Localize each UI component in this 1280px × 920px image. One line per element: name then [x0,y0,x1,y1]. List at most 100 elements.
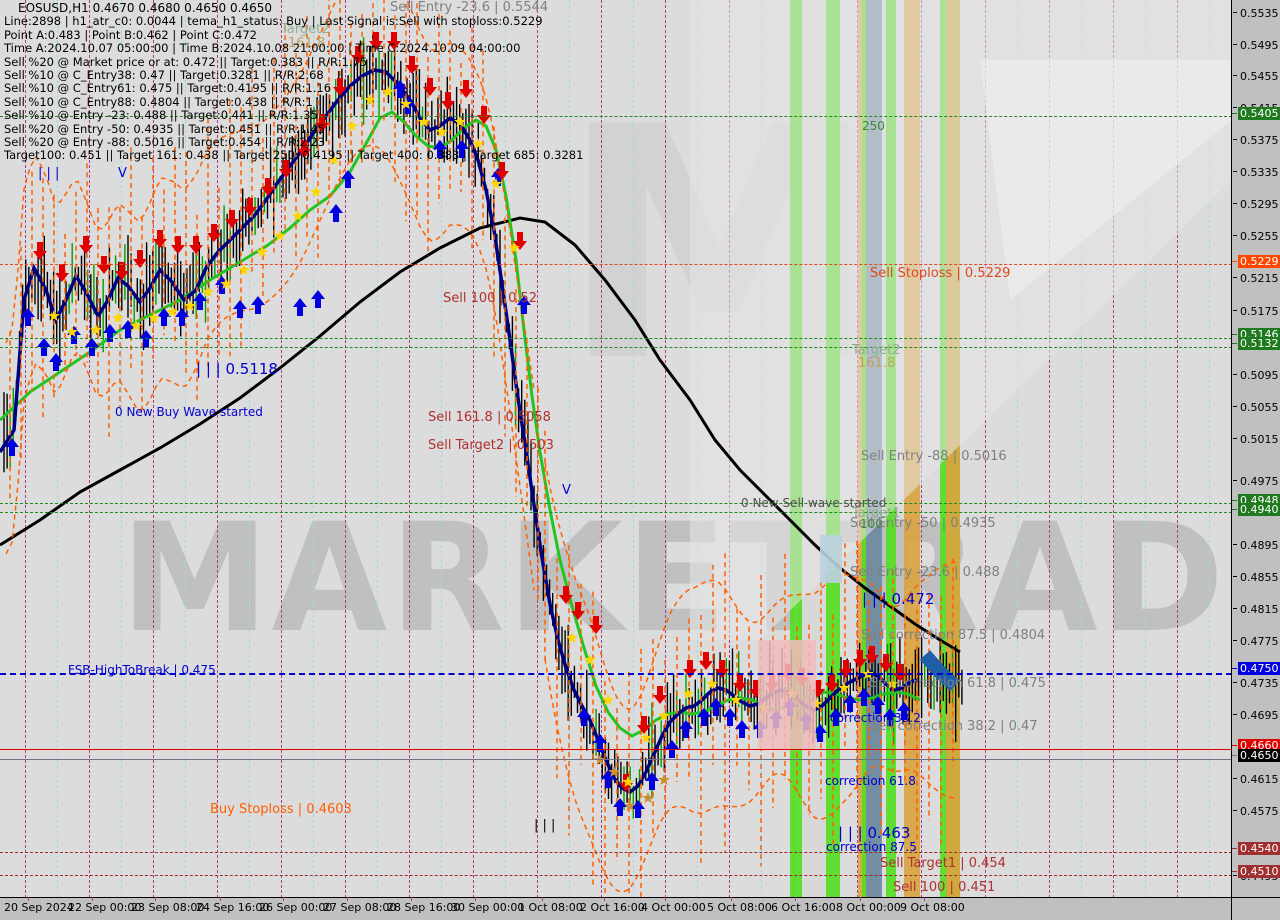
annotation-sell-stoploss: Sell Stoploss | 0.5229 [870,266,1011,281]
price-highlight-label[interactable]: 0.4510 [1238,865,1280,878]
tick-dash [1233,44,1237,45]
info-line: Point A:0.483 | Point B:0.462 | Point C:… [4,27,257,42]
price-highlight-marker [1232,509,1237,510]
signal-star-icon [112,311,124,323]
red-dash-5229 [0,264,1232,265]
price-highlight-label[interactable]: 0.5405 [1238,107,1280,120]
price-highlight-marker [1232,755,1237,756]
buy-arrow-icon [645,772,659,790]
sell-arrow-icon [865,646,879,664]
price-tick: 0.5095 [1232,369,1280,382]
buy-arrow-icon [139,330,153,348]
signal-star-icon [658,773,670,785]
time-tick-mark [92,897,93,901]
price-tick-label: 0.4855 [1240,571,1279,584]
annotation-sell-target1: Sell Target1 | 0.454 [880,856,1006,871]
price-tick-label: 0.4815 [1240,603,1279,616]
price-tick-label: 0.4895 [1240,539,1279,552]
tick-dash [1233,608,1237,609]
tick-dash [1233,107,1237,108]
time-tick-mark [860,897,861,901]
price-highlight-label[interactable]: 0.4940 [1238,503,1280,516]
info-line: Sell %20 @ Market price or at: 0.472 || … [4,54,368,69]
annotation-buy-stoploss: Buy Stoploss | 0.4603 [210,802,352,817]
tick-dash [1233,438,1237,439]
time-tick-mark [220,897,221,901]
chart-plot-area[interactable]: MARKETTRADEM [0,0,1232,898]
buy-arrow-icon [311,290,325,308]
info-line: Sell %10 @ Entry -23: 0.488 || Target:0.… [4,108,318,123]
price-tick: 0.5455 [1232,70,1280,83]
time-tick-label: 26 Sep 00:00 [259,901,333,914]
time-tick-label: 6 Oct 16:00 [771,901,836,914]
price-highlight-label[interactable]: 0.5229 [1238,255,1280,268]
price-tick: 0.4575 [1232,805,1280,818]
tick-dash [1233,75,1237,76]
price-highlight-marker [1232,334,1237,335]
time-axis[interactable]: 20 Sep 2024 22 Sep 00:00 23 Sep 08:00 24 Se… [0,897,1232,920]
time-tick-mark [665,897,666,901]
tick-dash [1233,277,1237,278]
price-highlight-marker [1232,745,1237,746]
green-dash-5132 [0,347,1232,348]
annotation-level-250: 250 [862,119,885,133]
price-tick: 0.5495 [1232,39,1280,52]
price-tick-label: 0.5455 [1240,70,1279,83]
annotation-sell-1618: Sell 161.8 | 0.5058 [428,410,551,425]
price-tick: 0.4815 [1232,603,1280,616]
annotation-sell-entry-50: Sell Entry -50 | 0.4935 [850,516,996,531]
time-tick-mark [411,897,412,901]
price-highlight-label[interactable]: 0.4540 [1238,842,1280,855]
time-tick-label: 4 Oct 00:00 [641,901,706,914]
price-tick: 0.5535 [1232,7,1280,20]
price-highlight-label[interactable]: 0.4650 [1238,749,1280,762]
buy-arrow-icon [49,353,63,371]
price-axis[interactable]: 0.55350.54950.54550.54150.53750.53350.52… [1231,0,1280,898]
price-tick: 0.5335 [1232,166,1280,179]
time-tick-mark [347,897,348,901]
price-highlight-marker [1232,261,1237,262]
price-highlight-label[interactable]: 0.5132 [1238,337,1280,350]
time-tick-label: 8 Oct 00:00 [836,901,901,914]
darkred-dash-4510 [0,875,1232,876]
price-tick: 0.4895 [1232,539,1280,552]
price-tick-label: 0.5215 [1240,272,1279,285]
price-highlight-marker [1232,343,1237,344]
sell-arrow-icon [853,650,867,668]
tick-dash [1233,810,1237,811]
price-tick-label: 0.5055 [1240,401,1279,414]
price-tick-label: 0.5335 [1240,166,1279,179]
price-tick-label: 0.5535 [1240,7,1279,20]
time-tick-mark [28,897,29,901]
tick-dash [1233,171,1237,172]
green-dash-4948 [0,503,1232,504]
tick-dash [1233,12,1237,13]
time-tick-label: 5 Oct 08:00 [707,901,772,914]
signal-star-icon [640,731,652,743]
price-highlight-marker [1232,500,1237,501]
price-highlight-label[interactable]: 0.4750 [1238,662,1280,675]
annotation-price-0472: | | | 0.472 [862,590,935,608]
price-tick-label: 0.4575 [1240,805,1279,818]
buy-arrow-icon [251,296,265,314]
tick-dash [1233,310,1237,311]
chart-window[interactable]: MARKETTRADEM [0,0,1280,920]
annotation-sell-100-bottom: Sell 100 | 0.451 [893,880,996,895]
signal-star-icon [310,185,322,197]
time-tick-label: 27 Sep 08:00 [323,901,397,914]
annotation-sell-target2: Sell Target2 | 0.503 [428,438,554,453]
price-tick: 0.5015 [1232,433,1280,446]
annotation-fsb-hightobreak: FSB-HighToBreak | 0.475 [68,663,216,677]
annotation-target2-1618-right: 161.8 [858,356,896,371]
time-tick-label: 9 Oct 08:00 [900,901,965,914]
info-line: Target100: 0.451 || Target 161: 0.438 ||… [4,148,584,163]
buy-arrow-icon [679,720,693,738]
info-line: Sell %20 @ Entry -50: 0.4935 || Target:0… [4,121,326,136]
price-highlight-marker [1232,113,1237,114]
green-dash-5146 [0,338,1232,339]
price-tick-label: 0.4615 [1240,773,1279,786]
buy-arrow-icon [613,798,627,816]
price-tick-label: 0.5495 [1240,39,1279,52]
price-highlight-marker [1232,871,1237,872]
price-tick: 0.4735 [1232,677,1280,690]
